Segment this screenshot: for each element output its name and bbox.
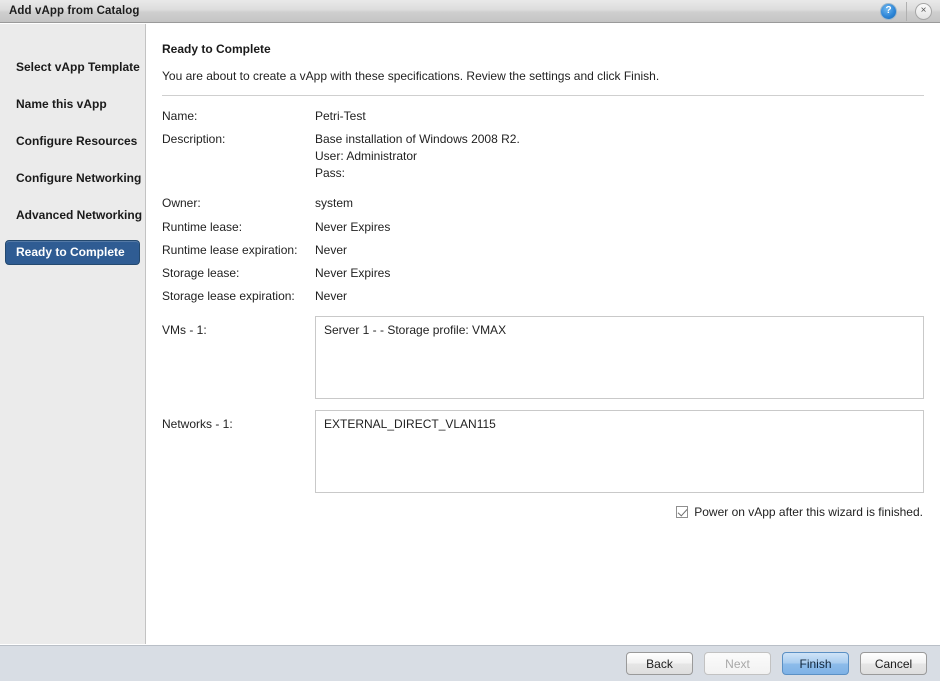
networks-row: Networks - 1: EXTERNAL_DIRECT_VLAN115: [162, 410, 924, 493]
detail-label-runtime-lease: Runtime lease:: [162, 220, 243, 234]
finish-button[interactable]: Finish: [782, 652, 849, 675]
networks-label: Networks - 1:: [162, 417, 233, 431]
detail-value-runtime-lease-expiration: Never: [315, 243, 348, 257]
vms-label: VMs - 1:: [162, 323, 207, 337]
detail-label-storage-lease-expiration: Storage lease expiration:: [162, 289, 295, 303]
detail-row-runtime-lease: Runtime lease: Never Expires: [162, 220, 924, 234]
sidebar-item-configure-networking[interactable]: Configure Networking: [5, 166, 141, 191]
networks-list-box[interactable]: EXTERNAL_DIRECT_VLAN115: [315, 410, 924, 493]
detail-label-name: Name:: [162, 109, 198, 123]
detail-row-owner: Owner: system: [162, 196, 924, 210]
detail-value-name: Petri-Test: [315, 109, 366, 123]
sidebar-item-name-this-vapp[interactable]: Name this vApp: [5, 92, 140, 117]
help-circle-icon[interactable]: ?: [880, 2, 897, 20]
back-button[interactable]: Back: [626, 652, 693, 675]
detail-value-storage-lease-expiration: Never: [315, 289, 348, 303]
description-line-2: User: Administrator: [315, 149, 418, 163]
detail-row-name: Name: Petri-Test: [162, 109, 924, 123]
description-line-1: Base installation of Windows 2008 R2.: [315, 132, 520, 146]
page-subtitle: You are about to create a vApp with thes…: [162, 69, 660, 83]
detail-label-runtime-lease-expiration: Runtime lease expiration:: [162, 243, 298, 257]
detail-label-owner: Owner:: [162, 196, 201, 210]
detail-row-runtime-lease-expiration: Runtime lease expiration: Never: [162, 243, 924, 257]
window-titlebar: Add vApp from Catalog ? ×: [0, 0, 940, 23]
next-button: Next: [704, 652, 771, 675]
detail-row-storage-lease-expiration: Storage lease expiration: Never: [162, 289, 924, 303]
detail-value-storage-lease: Never Expires: [315, 266, 391, 280]
vms-row: VMs - 1: Server 1 - - Storage profile: V…: [162, 316, 924, 399]
detail-value-runtime-lease: Never Expires: [315, 220, 391, 234]
networks-list-item: EXTERNAL_DIRECT_VLAN115: [324, 417, 496, 431]
wizard-sidebar: Select vApp Template Name this vApp Conf…: [0, 24, 146, 644]
detail-row-description: Description: Base installation of Window…: [162, 132, 924, 183]
detail-row-storage-lease: Storage lease: Never Expires: [162, 266, 924, 280]
power-on-label[interactable]: Power on vApp after this wizard is finis…: [694, 505, 923, 519]
cancel-button[interactable]: Cancel: [860, 652, 927, 675]
detail-label-description: Description:: [162, 132, 226, 146]
vms-list-item: Server 1 - - Storage profile: VMAX: [324, 323, 507, 337]
description-line-3: Pass:: [315, 166, 346, 180]
sidebar-item-advanced-networking[interactable]: Advanced Networking: [5, 203, 142, 228]
wizard-footer: Back Next Finish Cancel: [0, 645, 940, 681]
detail-value-description: Base installation of Windows 2008 R2. Us…: [315, 132, 924, 183]
title-separator: [162, 95, 924, 96]
sidebar-item-configure-resources[interactable]: Configure Resources: [5, 129, 140, 154]
detail-value-owner: system: [315, 196, 354, 210]
close-icon[interactable]: ×: [915, 2, 932, 20]
titlebar-divider: [906, 1, 907, 21]
sidebar-item-select-vapp-template[interactable]: Select vApp Template: [5, 55, 140, 80]
sidebar-item-ready-to-complete[interactable]: Ready to Complete: [5, 240, 140, 265]
power-on-checkbox[interactable]: [676, 506, 689, 518]
detail-label-storage-lease: Storage lease:: [162, 266, 240, 280]
power-on-row: Power on vApp after this wizard is finis…: [162, 505, 924, 519]
page-title: Ready to Complete: [162, 42, 271, 56]
wizard-content-panel: Ready to Complete You are about to creat…: [147, 24, 940, 644]
window-title: Add vApp from Catalog: [9, 5, 140, 17]
vms-list-box[interactable]: Server 1 - - Storage profile: VMAX: [315, 316, 924, 399]
